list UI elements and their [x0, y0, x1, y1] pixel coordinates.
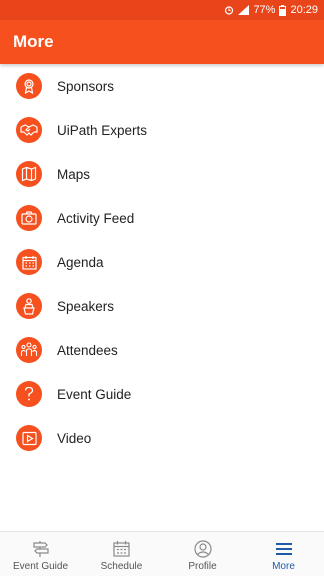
- menu-item-speakers[interactable]: Speakers: [0, 284, 324, 328]
- tab-label: More: [272, 560, 295, 572]
- award-ribbon-icon: [16, 73, 42, 99]
- menu-item-sponsors[interactable]: Sponsors: [0, 64, 324, 108]
- signal-icon: [238, 5, 250, 15]
- menu-item-video[interactable]: Video: [0, 416, 324, 460]
- tab-label: Schedule: [100, 560, 143, 572]
- signpost-icon: [32, 539, 50, 559]
- menu-list: Sponsors UiPath Experts Maps Activity Fe…: [0, 64, 324, 460]
- menu-item-label: Maps: [57, 166, 91, 182]
- user-circle-icon: [193, 539, 212, 559]
- calendar-icon: [16, 249, 42, 275]
- app-bar: More: [0, 20, 324, 64]
- tab-schedule[interactable]: Schedule: [81, 532, 162, 576]
- speaker-podium-icon: [16, 293, 42, 319]
- menu-item-label: Speakers: [57, 298, 115, 314]
- menu-item-event-guide[interactable]: Event Guide: [0, 372, 324, 416]
- menu-item-label: Attendees: [57, 342, 118, 358]
- menu-item-label: Video: [57, 430, 92, 446]
- menu-item-label: Event Guide: [57, 386, 132, 402]
- page-title: More: [13, 32, 54, 51]
- calendar-icon: [113, 539, 130, 559]
- camera-icon: [16, 205, 42, 231]
- bottom-tab-bar: Event Guide Schedule Profile More: [0, 531, 324, 576]
- tab-label: Event Guide: [12, 560, 69, 572]
- alarm-icon: [225, 6, 234, 15]
- tab-more[interactable]: More: [243, 532, 324, 576]
- people-group-icon: [16, 337, 42, 363]
- question-mark-icon: [16, 381, 42, 407]
- menu-item-agenda[interactable]: Agenda: [0, 240, 324, 284]
- clock: 20:29: [290, 4, 318, 16]
- menu-item-attendees[interactable]: Attendees: [0, 328, 324, 372]
- hamburger-menu-icon: [275, 539, 293, 559]
- tab-event-guide[interactable]: Event Guide: [0, 532, 81, 576]
- battery-icon: [279, 4, 287, 16]
- tab-label: Profile: [188, 560, 217, 572]
- handshake-icon: [16, 117, 42, 143]
- menu-item-activity-feed[interactable]: Activity Feed: [0, 196, 324, 240]
- status-bar: 77% 20:29: [0, 0, 324, 20]
- menu-item-maps[interactable]: Maps: [0, 152, 324, 196]
- menu-item-label: Sponsors: [57, 78, 115, 94]
- battery-percentage: 77%: [253, 4, 276, 16]
- menu-item-label: Agenda: [57, 254, 104, 270]
- video-play-icon: [16, 425, 42, 451]
- menu-item-uipath-experts[interactable]: UiPath Experts: [0, 108, 324, 152]
- tab-profile[interactable]: Profile: [162, 532, 243, 576]
- menu-item-label: Activity Feed: [57, 210, 135, 226]
- map-icon: [16, 161, 42, 187]
- menu-item-label: UiPath Experts: [57, 122, 148, 138]
